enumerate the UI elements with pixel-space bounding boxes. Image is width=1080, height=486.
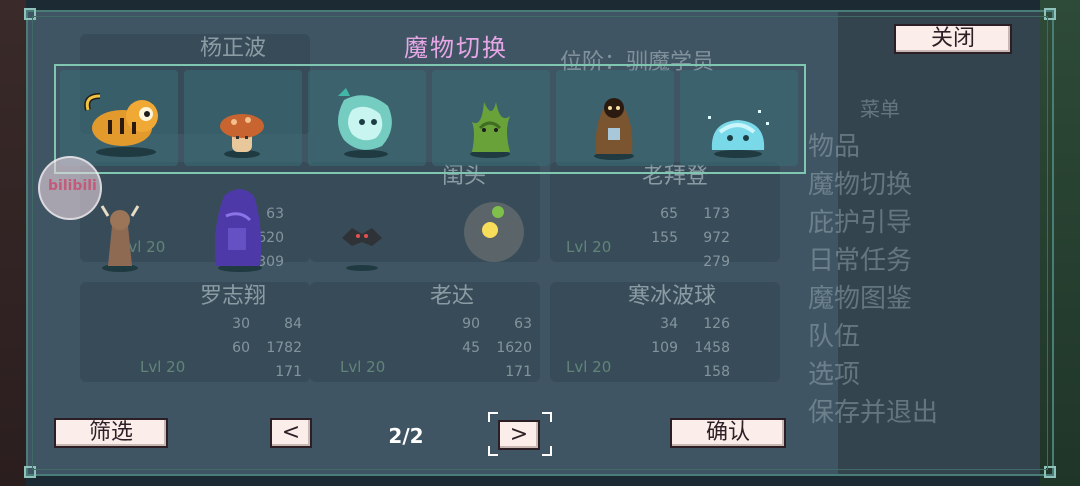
monster-slot[interactable] (308, 70, 426, 166)
tiger-cub-icon (84, 93, 158, 157)
background-monster-row (100, 189, 524, 272)
filter-button[interactable]: 筛选 (54, 418, 168, 448)
mushroom-icon (220, 114, 264, 158)
close-button[interactable]: 关闭 (894, 24, 1012, 54)
focus-bracket (542, 446, 552, 456)
monster-slot[interactable] (184, 70, 302, 166)
hooded-monk-icon (594, 98, 634, 160)
vine-plant-icon (470, 102, 510, 158)
focus-bracket (542, 412, 552, 422)
monster-slot[interactable] (60, 70, 178, 166)
frame-corner (24, 8, 36, 20)
spectral-wolf-icon (338, 88, 392, 158)
monster-slot[interactable] (680, 70, 798, 166)
monster-slot[interactable] (556, 70, 674, 166)
scene-left-wall (0, 0, 26, 486)
monster-slot[interactable] (432, 70, 550, 166)
bilibili-watermark-logo: bilibili (38, 156, 102, 220)
bat-icon (342, 228, 382, 271)
minotaur-icon (100, 205, 140, 272)
next-page-button[interactable]: > (498, 420, 540, 450)
dialog-title: 魔物切换 (404, 34, 508, 62)
frame-corner (24, 466, 36, 478)
frame-corner (1044, 466, 1056, 478)
frame-corner (1044, 8, 1056, 20)
focus-bracket (488, 412, 498, 422)
page-indicator: 2/2 (388, 424, 424, 448)
blue-slime-icon (708, 110, 769, 158)
focus-bracket (488, 446, 498, 456)
shadow-beast-icon (215, 189, 262, 272)
firefly-icon (464, 202, 524, 262)
prev-page-button[interactable]: < (270, 418, 312, 448)
confirm-button[interactable]: 确认 (670, 418, 786, 448)
